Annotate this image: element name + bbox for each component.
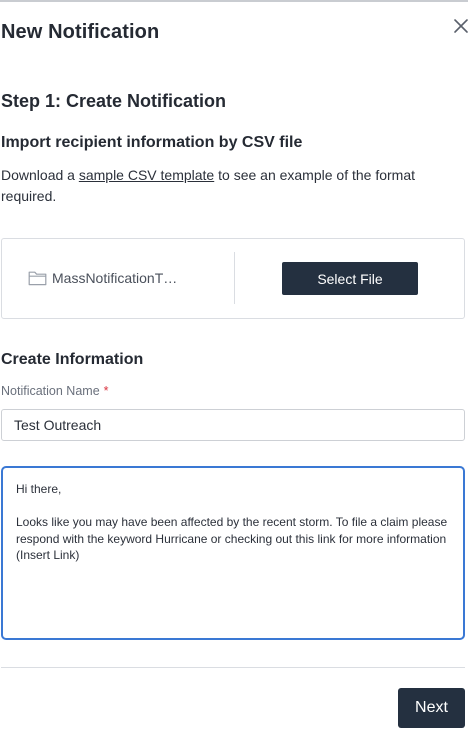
import-section-title: Import recipient information by CSV file <box>1 134 303 151</box>
close-icon <box>454 19 468 33</box>
sample-template-link[interactable]: sample CSV template <box>79 167 214 183</box>
notification-name-input[interactable] <box>1 409 465 441</box>
upload-divider <box>234 252 235 304</box>
next-button[interactable]: Next <box>398 688 465 728</box>
required-marker: * <box>103 384 109 398</box>
selected-file-name: MassNotificationT… <box>52 270 178 286</box>
folder-icon <box>28 271 47 286</box>
modal-title: New Notification <box>1 21 160 43</box>
notification-name-label: Notification Name * <box>1 384 109 398</box>
select-file-button[interactable]: Select File <box>282 262 418 295</box>
message-textarea[interactable]: Hi there, Looks like you may have been a… <box>1 466 465 640</box>
download-instructions: Download a sample CSV template to see an… <box>1 165 441 207</box>
footer-divider <box>1 667 465 668</box>
step-title: Step 1: Create Notification <box>1 91 227 111</box>
download-prefix: Download a <box>1 167 79 183</box>
top-border <box>0 0 468 2</box>
notification-name-label-text: Notification Name <box>1 384 100 398</box>
create-section-title: Create Information <box>1 351 144 368</box>
csv-upload-box: MassNotificationT… Select File <box>1 238 465 319</box>
close-button[interactable] <box>452 17 468 35</box>
